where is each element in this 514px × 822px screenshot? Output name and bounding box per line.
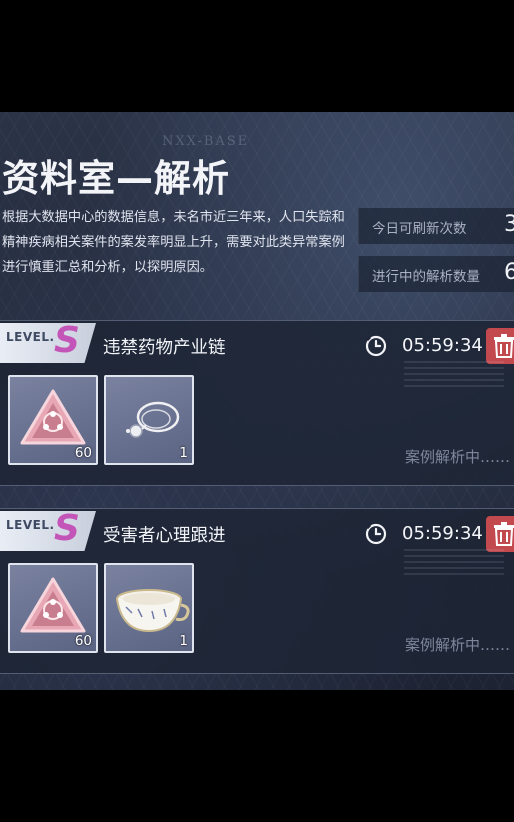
analysis-room-panel: NXX-BASE 资料室—解析 根据大数据中心的数据信息，未名市近三年来，人口失… xyxy=(0,112,514,690)
trash-icon xyxy=(494,334,514,358)
trash-icon xyxy=(494,522,514,546)
case-card[interactable]: LEVEL. S 违禁药物产业链 05:59:34 60 1 案例解析中…… xyxy=(0,320,514,486)
decorative-fine-print xyxy=(404,361,504,387)
case-timer: 05:59:34 xyxy=(402,523,483,544)
item-count: 1 xyxy=(179,445,188,461)
item-count: 60 xyxy=(74,445,92,461)
case-name: 受害者心理跟进 xyxy=(103,526,226,546)
clock-icon xyxy=(365,523,387,545)
level-prefix: LEVEL. xyxy=(6,330,55,344)
reward-item-slot[interactable]: 1 xyxy=(104,375,194,465)
refresh-count-label: 今日可刷新次数 xyxy=(372,221,467,237)
clock-icon xyxy=(365,335,387,357)
page-description: 根据大数据中心的数据信息，未名市近三年来，人口失踪和精神疾病相关案件的案发率明显… xyxy=(2,210,345,275)
item-count: 1 xyxy=(179,633,188,649)
item-count: 60 xyxy=(74,633,92,649)
level-grade: S xyxy=(54,320,80,361)
active-analysis-label: 进行中的解析数量 xyxy=(372,269,480,285)
refresh-count-stat: 今日可刷新次数 3 xyxy=(358,208,514,244)
refresh-count-value: 3 xyxy=(504,212,514,237)
level-badge: LEVEL. S xyxy=(0,323,96,363)
watermark-text: NXX-BASE xyxy=(162,134,250,149)
active-analysis-value: 6 xyxy=(504,260,514,285)
reward-item-slot[interactable]: 1 xyxy=(104,563,194,653)
decorative-fine-print xyxy=(404,549,504,575)
reward-item-slot[interactable]: 60 xyxy=(8,563,98,653)
active-analysis-stat: 进行中的解析数量 6 xyxy=(358,256,514,292)
case-name: 违禁药物产业链 xyxy=(103,338,226,358)
level-badge: LEVEL. S xyxy=(0,511,96,551)
case-status: 案例解析中…… xyxy=(405,636,511,654)
case-card[interactable]: LEVEL. S 受害者心理跟进 05:59:34 60 1 案例解析中…… xyxy=(0,508,514,674)
reward-item-slot[interactable]: 60 xyxy=(8,375,98,465)
delete-case-button[interactable] xyxy=(486,516,514,552)
case-status: 案例解析中…… xyxy=(405,448,511,466)
case-timer: 05:59:34 xyxy=(402,335,483,356)
level-prefix: LEVEL. xyxy=(6,518,55,532)
page-title: 资料室—解析 xyxy=(2,157,230,200)
level-grade: S xyxy=(54,508,80,549)
delete-case-button[interactable] xyxy=(486,328,514,364)
